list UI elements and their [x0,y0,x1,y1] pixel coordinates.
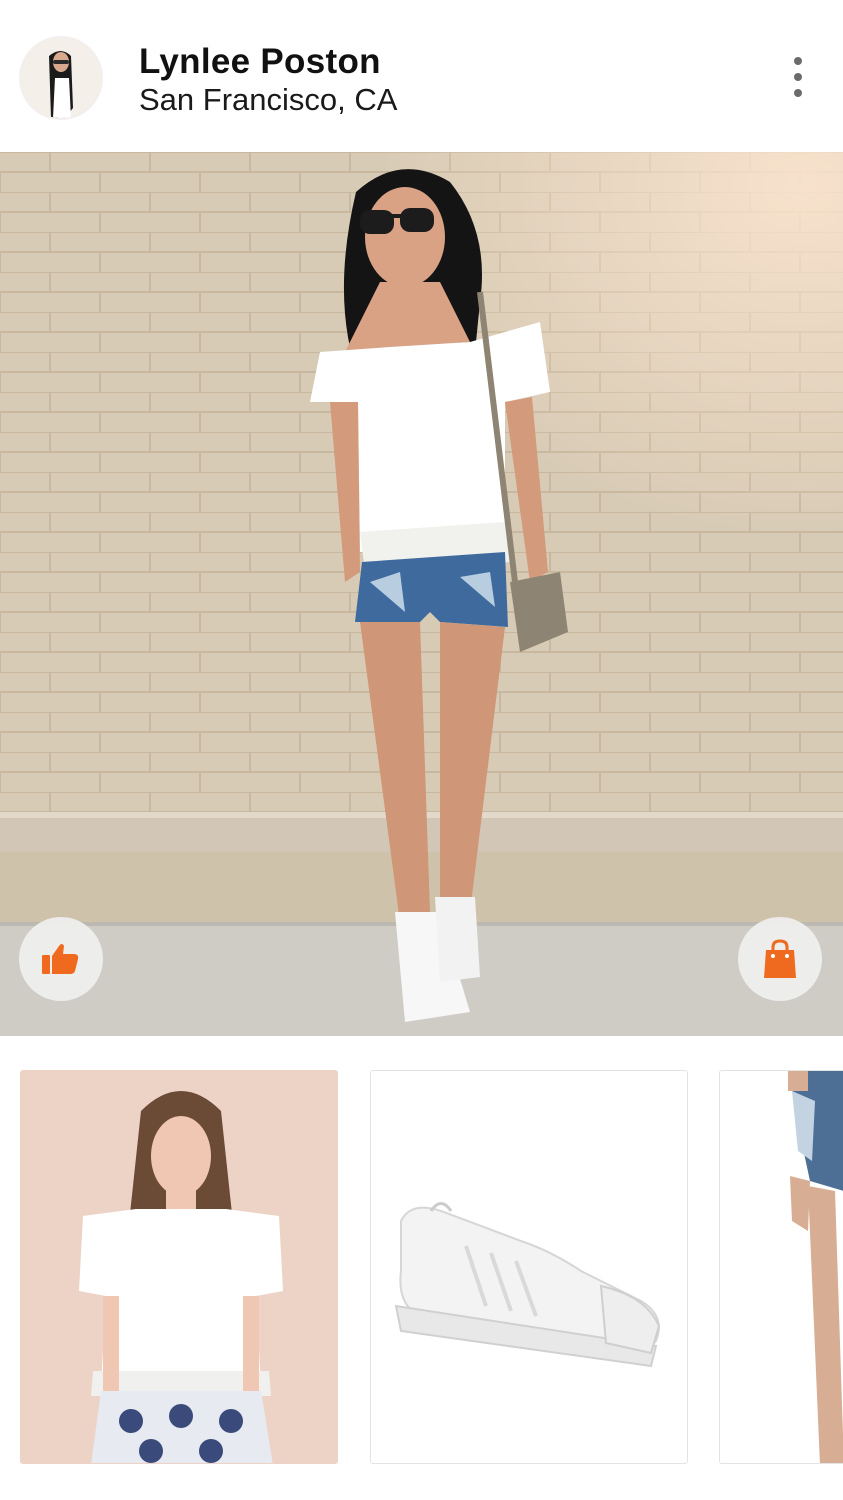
outfit-photo-illustration [0,152,843,1036]
product-card-denim-shorts[interactable] [719,1070,843,1464]
menu-dot [794,73,802,81]
outfit-photo[interactable] [0,152,843,1036]
shop-button[interactable] [738,917,822,1001]
white-sneaker-product-photo [371,1071,687,1463]
lace-top-product-photo [21,1071,337,1463]
product-card-sneaker[interactable] [370,1070,688,1464]
denim-shorts-product-photo [720,1071,843,1463]
product-carousel[interactable] [0,1036,843,1500]
product-card-lace-top[interactable] [20,1070,338,1464]
thumbs-up-icon [42,944,79,974]
menu-dot [794,57,802,65]
post-header: Lynlee Poston San Francisco, CA [0,0,843,152]
user-avatar[interactable] [19,36,103,120]
user-location: San Francisco, CA [139,82,398,117]
like-button[interactable] [19,917,103,1001]
shopping-bag-icon [764,939,796,978]
more-options-icon[interactable] [780,52,816,102]
user-name[interactable]: Lynlee Poston [139,42,381,82]
avatar-photo [21,38,101,118]
menu-dot [794,89,802,97]
